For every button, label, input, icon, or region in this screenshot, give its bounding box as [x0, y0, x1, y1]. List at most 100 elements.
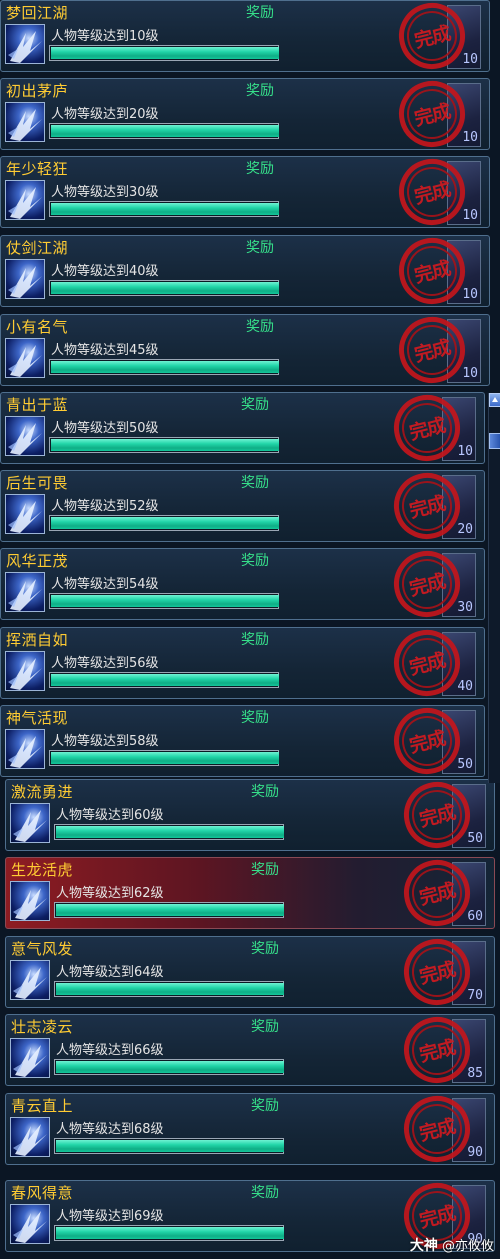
- achievement-row[interactable]: 年少轻狂 奖励 人物等级达到30级 10 完成: [0, 151, 490, 233]
- progress-bar: [49, 750, 279, 766]
- achievement-description: 人物等级达到68级: [56, 1122, 164, 1137]
- progress-fill: [51, 674, 279, 686]
- achievement-title: 激流勇进: [11, 783, 74, 801]
- progress-fill: [51, 595, 279, 607]
- reward-label[interactable]: 奖励: [251, 859, 279, 879]
- stamp-text: 完成: [412, 178, 453, 209]
- achievement-row[interactable]: 风华正茂 奖励 人物等级达到54级 30 完成: [0, 543, 485, 625]
- achievement-row[interactable]: 壮志凌云 奖励 人物等级达到66级 85 完成: [5, 1009, 495, 1091]
- achievement-icon: [5, 416, 45, 456]
- reward-item-level: 70: [467, 988, 483, 1003]
- reward-label[interactable]: 奖励: [251, 781, 279, 801]
- achievement-row[interactable]: 意气风发 奖励 人物等级达到64级 70 完成: [5, 931, 495, 1013]
- reward-label[interactable]: 奖励: [246, 316, 274, 336]
- reward-label[interactable]: 奖励: [246, 2, 274, 22]
- achievement-title: 仗剑江湖: [6, 239, 69, 257]
- achievement-row[interactable]: 激流勇进 奖励 人物等级达到60级 50 完成: [5, 774, 495, 856]
- progress-bar: [49, 437, 279, 453]
- achievement-row[interactable]: 梦回江湖 奖励 人物等级达到10级 10 完成: [0, 0, 490, 77]
- watermark-brand: 大神: [409, 1238, 438, 1254]
- achievement-row[interactable]: 初出茅庐 奖励 人物等级达到20级 10 完成: [0, 73, 490, 155]
- reward-label[interactable]: 奖励: [251, 1182, 279, 1202]
- achievement-icon: [5, 572, 45, 612]
- achievement-description: 人物等级达到45级: [51, 343, 159, 358]
- achievement-icon: [10, 1204, 50, 1244]
- watermark: 大神 @亦攸攸: [410, 1235, 494, 1255]
- progress-fill: [51, 752, 279, 764]
- achievement-title: 梦回江湖: [6, 4, 69, 22]
- achievement-row[interactable]: 生龙活虎 奖励 人物等级达到62级 60 完成: [5, 852, 495, 934]
- achievement-icon: [10, 803, 50, 843]
- progress-bar: [49, 515, 279, 531]
- achievement-row[interactable]: 仗剑江湖 奖励人物等级达到40级 10 完成: [0, 230, 490, 312]
- progress-bar: [49, 201, 279, 217]
- progress-fill: [51, 361, 279, 373]
- reward-label[interactable]: 奖励: [246, 237, 274, 257]
- achievement-title: 初出茅庐: [6, 82, 69, 100]
- reward-label[interactable]: 奖励: [241, 550, 269, 570]
- achievement-title: 意气风发: [11, 940, 74, 958]
- achievement-title: 生龙活虎: [11, 861, 74, 879]
- achievement-title: 挥洒自如: [6, 631, 69, 649]
- progress-fill: [56, 904, 284, 916]
- reward-label[interactable]: 奖励: [246, 80, 274, 100]
- reward-label[interactable]: 奖励: [251, 938, 279, 958]
- reward-item-level: 10: [462, 52, 478, 67]
- achievement-description: 人物等级达到52级: [51, 499, 159, 514]
- reward-item-level: 40: [457, 679, 473, 694]
- reward-label[interactable]: 奖励: [241, 629, 269, 649]
- achievement-description: 人物等级达到64级: [56, 965, 164, 980]
- progress-fill: [51, 47, 279, 59]
- stamp-text: 完成: [412, 100, 453, 131]
- progress-bar: [49, 123, 279, 139]
- achievement-row[interactable]: 青出于蓝 奖励 人物等级达到50级 10 完成: [0, 387, 485, 469]
- reward-item-level: 50: [467, 831, 483, 846]
- achievement-title: 壮志凌云: [11, 1018, 74, 1036]
- progress-bar: [49, 45, 279, 61]
- reward-item-level: 20: [457, 522, 473, 537]
- progress-fill: [56, 1140, 284, 1152]
- achievement-icon: [5, 259, 45, 299]
- achievement-icon: [10, 1117, 50, 1157]
- reward-label[interactable]: 奖励: [241, 707, 269, 727]
- reward-item-level: 90: [467, 1145, 483, 1160]
- reward-item-level: 10: [457, 444, 473, 459]
- stamp-text: 完成: [412, 257, 453, 288]
- achievement-title: 年少轻狂: [6, 160, 69, 178]
- achievement-icon: [10, 960, 50, 1000]
- achievement-row[interactable]: 神气活现 奖励 人物等级达到58级 50 完成: [0, 700, 485, 782]
- progress-bar: [54, 824, 284, 840]
- reward-label[interactable]: 奖励: [241, 472, 269, 492]
- reward-label[interactable]: 奖励: [241, 394, 269, 414]
- achievement-title: 青云直上: [11, 1097, 74, 1115]
- achievement-row[interactable]: 青云直上 奖励 人物等级达到68级 90 完成: [5, 1088, 495, 1170]
- achievement-row[interactable]: 后生可畏 奖励 人物等级达到52级 20 完成: [0, 465, 485, 547]
- scroll-thumb[interactable]: [489, 433, 500, 449]
- progress-bar: [54, 1225, 284, 1241]
- achievement-description: 人物等级达到40级: [51, 264, 159, 279]
- stamp-text: 完成: [407, 414, 448, 445]
- achievement-icon: [5, 338, 45, 378]
- reward-label[interactable]: 奖励: [251, 1016, 279, 1036]
- achievement-description: 人物等级达到54级: [51, 577, 159, 592]
- reward-item-level: 50: [457, 757, 473, 772]
- achievement-description: 人物等级达到58级: [51, 734, 159, 749]
- reward-item-level: 10: [462, 287, 478, 302]
- progress-bar: [49, 359, 279, 375]
- achievement-description: 人物等级达到20级: [51, 107, 159, 122]
- achievement-row[interactable]: 挥洒自如 奖励 人物等级达到56级 40 完成: [0, 622, 485, 704]
- reward-label[interactable]: 奖励: [251, 1095, 279, 1115]
- achievement-row[interactable]: 小有名气 奖励 人物等级达到45级 10 完成: [0, 309, 490, 391]
- achievement-icon: [5, 494, 45, 534]
- progress-fill: [51, 439, 279, 451]
- achievement-icon: [5, 180, 45, 220]
- progress-bar: [54, 902, 284, 918]
- reward-item-level: 10: [462, 366, 478, 381]
- scrollbar[interactable]: [488, 393, 500, 783]
- progress-fill: [51, 282, 279, 294]
- achievement-title: 神气活现: [6, 709, 69, 727]
- reward-label[interactable]: 奖励: [246, 158, 274, 178]
- scroll-up-arrow-icon[interactable]: [489, 393, 500, 407]
- achievement-title: 后生可畏: [6, 474, 69, 492]
- achievement-icon: [5, 729, 45, 769]
